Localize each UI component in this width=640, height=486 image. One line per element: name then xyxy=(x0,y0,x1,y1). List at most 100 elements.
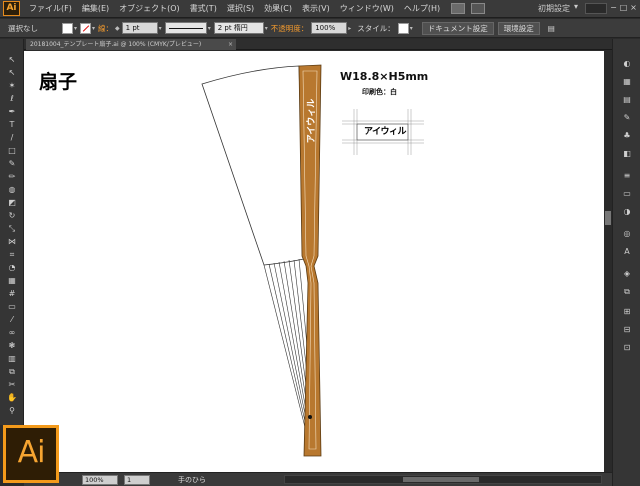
stroke-weight-field[interactable]: 1 pt xyxy=(121,22,158,34)
workspace-switcher[interactable]: 初期設定 xyxy=(538,3,570,14)
pathfinder-icon[interactable]: ⊡ xyxy=(622,343,632,352)
stroke-swatch[interactable] xyxy=(80,22,92,34)
fan-leaf xyxy=(201,65,305,266)
menu-file[interactable]: ファイル(F) xyxy=(24,3,77,14)
line-tool-icon[interactable]: / xyxy=(6,133,18,143)
arrange-documents-icon[interactable] xyxy=(471,3,486,14)
eyedropper-tool-icon[interactable]: ⁄ xyxy=(6,315,18,325)
swatches-icon[interactable]: ▤ xyxy=(622,95,632,104)
color-panel-icon[interactable]: ◐ xyxy=(622,59,632,68)
hand-tool-icon[interactable]: ✋ xyxy=(6,393,18,403)
horizontal-scrollbar[interactable] xyxy=(284,475,602,484)
chevron-down-icon[interactable]: ▾ xyxy=(410,25,413,32)
brush-definition[interactable]: 2 pt 楕円 xyxy=(213,22,264,34)
selection-status: 選択なし xyxy=(8,23,38,33)
rotate-tool-icon[interactable]: ↻ xyxy=(6,211,18,221)
maximize-button[interactable]: □ xyxy=(619,3,628,12)
preferences-button[interactable]: 環境設定 xyxy=(497,21,540,35)
panel-dock: ◐ ▦ ▤ ✎ ♣ ◧ ≡ ▭ ◑ ◎ A ◈ ⧉ ⊞ ⊟ ⊡ xyxy=(612,39,640,486)
artboards-icon[interactable]: ⧉ xyxy=(622,287,632,296)
character-icon[interactable]: A xyxy=(622,247,632,256)
chevron-down-icon[interactable]: ▾ xyxy=(159,25,162,32)
transparency-icon[interactable]: ◑ xyxy=(622,207,632,216)
selection-tool-icon[interactable]: ↖ xyxy=(6,55,18,65)
document-tab[interactable]: 20181004_テンプレート扇子.ai @ 100% (CMYK/プレビュー) xyxy=(26,39,236,50)
app-logo: Ai xyxy=(3,1,20,16)
chevron-down-icon[interactable]: ▸ xyxy=(348,25,351,32)
bridge-icon[interactable] xyxy=(451,3,466,14)
blend-tool-icon[interactable]: ∞ xyxy=(6,328,18,338)
search-input[interactable] xyxy=(585,3,607,14)
minimize-button[interactable]: − xyxy=(609,3,618,12)
menu-object[interactable]: オブジェクト(O) xyxy=(114,3,185,14)
free-transform-tool-icon[interactable]: ⌗ xyxy=(6,250,18,260)
menu-select[interactable]: 選択(S) xyxy=(222,3,259,14)
gradient-tool-icon[interactable]: ▭ xyxy=(6,302,18,312)
stroke-icon[interactable]: ≡ xyxy=(622,171,632,180)
artboard-canvas[interactable]: 扇子 W18.8×H5mm 印刷色：白 アイウィル アイウィル xyxy=(24,51,612,472)
magic-wand-tool-icon[interactable]: ✶ xyxy=(6,81,18,91)
layers-icon[interactable]: ◈ xyxy=(622,269,632,278)
scale-tool-icon[interactable]: ⤡ xyxy=(6,224,18,234)
scroll-thumb[interactable] xyxy=(605,211,611,225)
pen-tool-icon[interactable]: ✒ xyxy=(6,107,18,117)
eraser-tool-icon[interactable]: ◩ xyxy=(6,198,18,208)
perspective-grid-tool-icon[interactable]: ▦ xyxy=(6,276,18,286)
blob-brush-tool-icon[interactable]: ◍ xyxy=(6,185,18,195)
graphic-style-swatch[interactable] xyxy=(397,22,409,34)
direct-selection-tool-icon[interactable]: ↖ xyxy=(6,68,18,78)
close-button[interactable]: × xyxy=(629,3,638,12)
zoom-field[interactable]: 100% xyxy=(82,475,118,485)
align-icon[interactable]: ⊟ xyxy=(622,325,632,334)
chevron-down-icon[interactable]: ▾ xyxy=(265,25,268,32)
menu-view[interactable]: 表示(V) xyxy=(297,3,335,14)
column-graph-tool-icon[interactable]: ▥ xyxy=(6,354,18,364)
graphic-styles-icon[interactable]: ◧ xyxy=(622,149,632,158)
menu-help[interactable]: ヘルプ(H) xyxy=(399,3,445,14)
document-setup-button[interactable]: ドキュメント設定 xyxy=(421,21,494,35)
lasso-tool-icon[interactable]: ℓ xyxy=(6,94,18,104)
status-bar: 100% 1 手のひら xyxy=(24,472,612,486)
gradient-icon[interactable]: ▭ xyxy=(622,189,632,198)
transform-icon[interactable]: ⊞ xyxy=(622,307,632,316)
mesh-tool-icon[interactable]: # xyxy=(6,289,18,299)
symbols-icon[interactable]: ♣ xyxy=(622,131,632,140)
pencil-tool-icon[interactable]: ✏ xyxy=(6,172,18,182)
current-tool-label[interactable]: 手のひら xyxy=(178,475,206,485)
opacity-label[interactable]: 不透明度： xyxy=(271,23,309,34)
variable-width-profile[interactable] xyxy=(164,22,207,34)
menu-type[interactable]: 書式(T) xyxy=(185,3,222,14)
stepper-icon[interactable]: ◆ xyxy=(115,25,120,32)
chevron-down-icon[interactable]: ▾ xyxy=(74,25,77,32)
paintbrush-tool-icon[interactable]: ✎ xyxy=(6,159,18,169)
appearance-icon[interactable]: ◎ xyxy=(622,229,632,238)
opacity-field[interactable]: 100% xyxy=(311,22,348,34)
fan-drawing[interactable]: アイウィル xyxy=(24,51,612,472)
rectangle-tool-icon[interactable]: □ xyxy=(6,146,18,156)
stroke-label[interactable]: 線： xyxy=(98,23,113,34)
artboard-number-field[interactable]: 1 xyxy=(124,475,150,485)
vertical-scrollbar[interactable] xyxy=(604,51,612,472)
preview-text: アイウィル xyxy=(364,127,407,137)
shape-builder-tool-icon[interactable]: ◔ xyxy=(6,263,18,273)
scroll-thumb[interactable] xyxy=(403,477,479,482)
arrange-icon[interactable]: ▤ xyxy=(548,24,555,33)
chevron-down-icon[interactable]: ▾ xyxy=(574,2,578,11)
type-tool-icon[interactable]: T xyxy=(6,120,18,130)
width-tool-icon[interactable]: ⋈ xyxy=(6,237,18,247)
menu-window[interactable]: ウィンドウ(W) xyxy=(335,3,399,14)
menu-edit[interactable]: 編集(E) xyxy=(77,3,114,14)
close-icon[interactable]: × xyxy=(228,39,233,50)
tools-panel: ↖ ↖ ✶ ℓ ✒ T / □ ✎ ✏ ◍ ◩ ↻ ⤡ ⋈ ⌗ ◔ ▦ # ▭ … xyxy=(0,39,24,425)
artboard-tool-icon[interactable]: ⧉ xyxy=(6,367,18,377)
slice-tool-icon[interactable]: ✂ xyxy=(6,380,18,390)
style-label: スタイル： xyxy=(357,23,395,33)
symbol-sprayer-tool-icon[interactable]: ❃ xyxy=(6,341,18,351)
chevron-down-icon[interactable]: ▾ xyxy=(208,25,211,32)
brushes-icon[interactable]: ✎ xyxy=(622,113,632,122)
color-guide-icon[interactable]: ▦ xyxy=(622,77,632,86)
menu-effect[interactable]: 効果(C) xyxy=(259,3,297,14)
zoom-tool-icon[interactable]: ⚲ xyxy=(6,406,18,416)
chevron-down-icon[interactable]: ▾ xyxy=(92,25,95,32)
fill-swatch[interactable] xyxy=(62,22,73,34)
